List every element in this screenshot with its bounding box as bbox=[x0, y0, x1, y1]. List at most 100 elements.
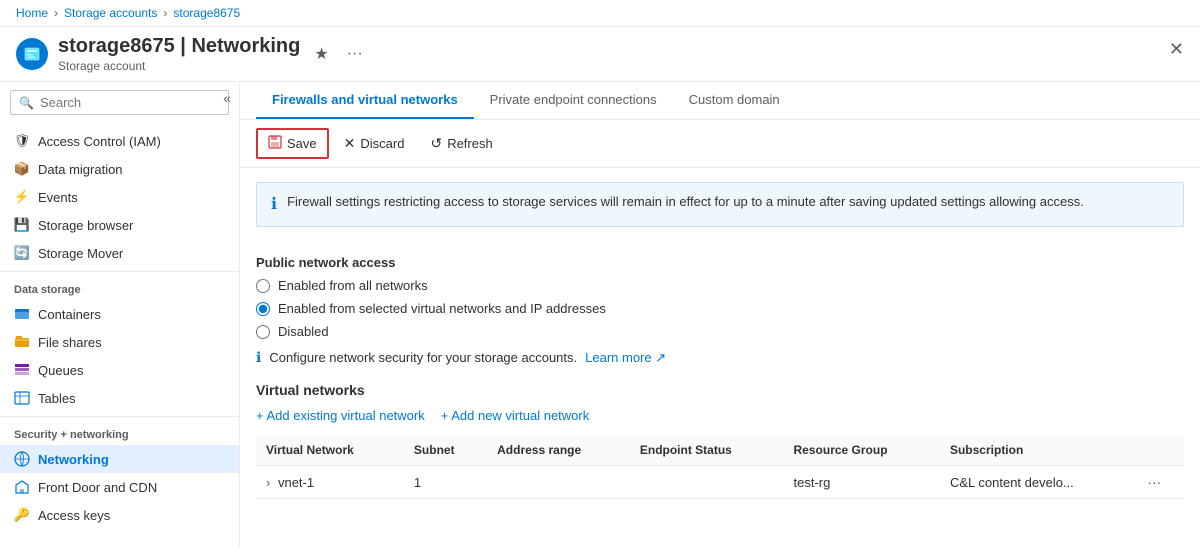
close-button[interactable]: ✕ bbox=[1169, 39, 1184, 60]
access-control-icon: 🛡 bbox=[14, 133, 30, 149]
col-resource-group: Resource Group bbox=[784, 435, 940, 466]
virtual-networks-section: Virtual networks + Add existing virtual … bbox=[256, 382, 1184, 499]
networking-icon bbox=[14, 451, 30, 467]
refresh-icon: ↺ bbox=[430, 135, 442, 152]
search-input[interactable] bbox=[40, 95, 220, 110]
info-icon: ℹ bbox=[271, 194, 277, 216]
events-icon: ⚡ bbox=[14, 189, 30, 205]
header-actions: ★ ··· bbox=[310, 40, 366, 68]
sidebar-item-label: Data migration bbox=[38, 162, 123, 177]
discard-button[interactable]: ✕ Discard bbox=[333, 129, 416, 158]
col-subnet: Subnet bbox=[404, 435, 487, 466]
save-icon bbox=[268, 135, 282, 152]
tables-icon bbox=[14, 390, 30, 406]
save-button[interactable]: Save bbox=[256, 128, 329, 159]
storage-mover-icon: 🔄 bbox=[14, 245, 30, 261]
tab-private-endpoints[interactable]: Private endpoint connections bbox=[474, 82, 673, 119]
page-title: storage8675 | Networking bbox=[58, 35, 300, 58]
sidebar-item-networking[interactable]: Networking bbox=[0, 445, 239, 473]
discard-icon: ✕ bbox=[344, 135, 356, 152]
cell-subscription: C&L content develo... bbox=[940, 466, 1137, 499]
breadcrumb: Home › Storage accounts › storage8675 bbox=[0, 0, 1200, 27]
col-address-range: Address range bbox=[487, 435, 630, 466]
main-layout: « 🔍 🛡 Access Control (IAM) 📦 Data migrat… bbox=[0, 82, 1200, 548]
sidebar-divider bbox=[0, 271, 239, 272]
sidebar-item-label: Access keys bbox=[38, 508, 110, 523]
public-network-access-label: Public network access bbox=[256, 255, 1184, 270]
radio-selected-networks-input[interactable] bbox=[256, 302, 270, 316]
sidebar-item-queues[interactable]: Queues bbox=[0, 356, 239, 384]
sidebar-item-label: Tables bbox=[38, 391, 76, 406]
queues-icon bbox=[14, 362, 30, 378]
sidebar-item-label: Storage Mover bbox=[38, 246, 123, 261]
col-endpoint-status: Endpoint Status bbox=[630, 435, 784, 466]
header-text: storage8675 | Networking Storage account bbox=[58, 35, 300, 73]
search-icon: 🔍 bbox=[19, 96, 34, 110]
row-more-button[interactable]: ··· bbox=[1147, 474, 1161, 490]
sidebar-item-data-migration[interactable]: 📦 Data migration bbox=[0, 155, 239, 183]
virtual-networks-table: Virtual Network Subnet Address range End… bbox=[256, 435, 1184, 499]
external-link-icon: ↗ bbox=[655, 350, 666, 365]
add-new-vnet-button[interactable]: + Add new virtual network bbox=[441, 408, 590, 423]
sidebar-item-file-shares[interactable]: File shares bbox=[0, 328, 239, 356]
col-virtual-network: Virtual Network bbox=[256, 435, 404, 466]
cell-resource-group: test-rg bbox=[784, 466, 940, 499]
front-door-icon bbox=[14, 479, 30, 495]
tab-custom-domain[interactable]: Custom domain bbox=[673, 82, 796, 119]
add-existing-vnet-button[interactable]: + Add existing virtual network bbox=[256, 408, 425, 423]
sidebar-item-label: Containers bbox=[38, 307, 101, 322]
containers-icon bbox=[14, 306, 30, 322]
table-row: › vnet-1 1 test-rg C&L content develo...… bbox=[256, 466, 1184, 499]
favorite-button[interactable]: ★ bbox=[310, 40, 332, 68]
sidebar-item-front-door[interactable]: Front Door and CDN bbox=[0, 473, 239, 501]
sidebar-item-label: Events bbox=[38, 190, 78, 205]
access-keys-icon: 🔑 bbox=[14, 507, 30, 523]
cell-virtual-network: › vnet-1 bbox=[256, 466, 404, 499]
breadcrumb-home[interactable]: Home bbox=[16, 6, 48, 20]
cell-endpoint-status bbox=[630, 466, 784, 499]
sidebar-item-access-keys[interactable]: 🔑 Access keys bbox=[0, 501, 239, 529]
info-banner: ℹ Firewall settings restricting access t… bbox=[256, 182, 1184, 227]
sidebar-item-tables[interactable]: Tables bbox=[0, 384, 239, 412]
vnet-actions: + Add existing virtual network + Add new… bbox=[256, 408, 1184, 423]
page-header: storage8675 | Networking Storage account… bbox=[0, 27, 1200, 82]
cell-address-range bbox=[487, 466, 630, 499]
refresh-button[interactable]: ↺ Refresh bbox=[419, 129, 503, 158]
learn-more-link[interactable]: Learn more ↗ bbox=[585, 350, 666, 366]
sidebar-collapse-button[interactable]: « bbox=[223, 90, 231, 106]
network-access-options: Enabled from all networks Enabled from s… bbox=[256, 278, 1184, 339]
col-subscription: Subscription bbox=[940, 435, 1137, 466]
sidebar-item-label: File shares bbox=[38, 335, 102, 350]
search-box: 🔍 bbox=[10, 90, 229, 115]
virtual-networks-title: Virtual networks bbox=[256, 382, 1184, 398]
sidebar-item-containers[interactable]: Containers bbox=[0, 300, 239, 328]
config-note: ℹ Configure network security for your st… bbox=[256, 349, 1184, 366]
radio-disabled[interactable]: Disabled bbox=[256, 324, 1184, 339]
sidebar-item-label: Access Control (IAM) bbox=[38, 134, 161, 149]
cell-more: ··· bbox=[1137, 466, 1184, 499]
tab-firewalls[interactable]: Firewalls and virtual networks bbox=[256, 82, 474, 119]
sidebar-item-storage-browser[interactable]: 💾 Storage browser bbox=[0, 211, 239, 239]
radio-disabled-input[interactable] bbox=[256, 325, 270, 339]
sidebar-item-label: Networking bbox=[38, 452, 109, 467]
main-panel: Firewalls and virtual networks Private e… bbox=[240, 82, 1200, 548]
data-migration-icon: 📦 bbox=[14, 161, 30, 177]
tab-bar: Firewalls and virtual networks Private e… bbox=[240, 82, 1200, 120]
radio-selected-networks[interactable]: Enabled from selected virtual networks a… bbox=[256, 301, 1184, 316]
sidebar-item-storage-mover[interactable]: 🔄 Storage Mover bbox=[0, 239, 239, 267]
radio-all-networks[interactable]: Enabled from all networks bbox=[256, 278, 1184, 293]
expand-icon[interactable]: › bbox=[266, 475, 270, 490]
sidebar-item-label: Queues bbox=[38, 363, 84, 378]
sidebar-section-security-networking: Security + networking bbox=[0, 421, 239, 445]
sidebar-items: 🛡 Access Control (IAM) 📦 Data migration … bbox=[0, 123, 239, 529]
breadcrumb-current[interactable]: storage8675 bbox=[173, 6, 240, 20]
sidebar-item-access-control[interactable]: 🛡 Access Control (IAM) bbox=[0, 127, 239, 155]
storage-browser-icon: 💾 bbox=[14, 217, 30, 233]
more-button[interactable]: ··· bbox=[343, 41, 367, 67]
breadcrumb-storage-accounts[interactable]: Storage accounts bbox=[64, 6, 157, 20]
radio-all-networks-input[interactable] bbox=[256, 279, 270, 293]
sidebar-item-label: Storage browser bbox=[38, 218, 133, 233]
toolbar: Save ✕ Discard ↺ Refresh bbox=[240, 120, 1200, 168]
sidebar-item-events[interactable]: ⚡ Events bbox=[0, 183, 239, 211]
sidebar-section-data-storage: Data storage bbox=[0, 276, 239, 300]
